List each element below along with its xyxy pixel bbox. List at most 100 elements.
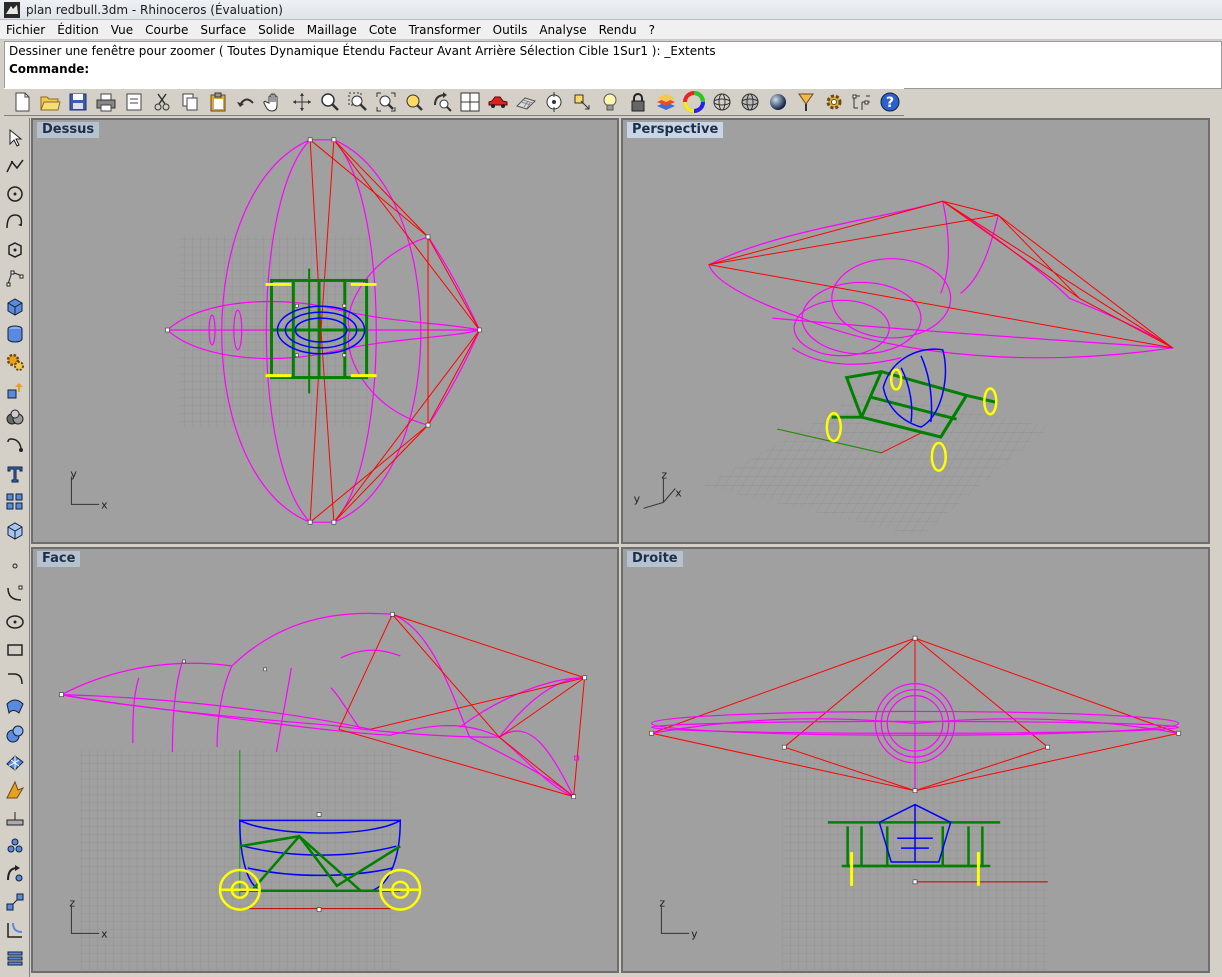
circle-button[interactable] (3, 182, 27, 206)
curve-point-button[interactable] (3, 582, 27, 606)
array-button[interactable] (3, 490, 27, 514)
car-render-button[interactable] (484, 89, 512, 115)
fillet-edge-button[interactable] (3, 918, 27, 942)
display-mode-button[interactable] (3, 518, 27, 542)
viewport-title-perspective[interactable]: Perspective (627, 122, 724, 138)
text-button[interactable] (3, 462, 27, 486)
rectangle-button[interactable] (3, 638, 27, 662)
four-viewports-button[interactable] (456, 89, 484, 115)
render-settings-button[interactable] (792, 89, 820, 115)
undo-button[interactable] (232, 89, 260, 115)
rhino-app-icon[interactable] (4, 1, 20, 18)
help-button[interactable]: ? (876, 89, 904, 115)
dimension-button[interactable] (848, 89, 876, 115)
text-icon (7, 466, 23, 483)
window-title: plan redbull.3dm - Rhinoceros (Évaluatio… (26, 2, 283, 17)
wireframe-button[interactable] (708, 89, 736, 115)
arc-button[interactable] (3, 666, 27, 690)
color-button[interactable] (680, 89, 708, 115)
menu-help[interactable]: ? (643, 20, 661, 40)
control-points-button[interactable] (3, 266, 27, 290)
select-button[interactable] (3, 126, 27, 150)
polygon-button[interactable] (3, 238, 27, 262)
viewport-title-droite[interactable]: Droite (627, 551, 683, 567)
analyze-button[interactable] (3, 778, 27, 802)
options-button[interactable] (820, 89, 848, 115)
menu-vue[interactable]: Vue (105, 20, 139, 40)
render-button[interactable] (764, 89, 792, 115)
print-button[interactable] (92, 89, 120, 115)
mesh-button[interactable] (3, 750, 27, 774)
menu-analyse[interactable]: Analyse (533, 20, 592, 40)
circle-center-button[interactable] (3, 610, 27, 634)
new-file-button[interactable] (8, 89, 36, 115)
menu-cote[interactable]: Cote (363, 20, 403, 40)
viewport-droite[interactable]: Droite z y (621, 547, 1210, 973)
menu-outils[interactable]: Outils (487, 20, 534, 40)
menu-surface[interactable]: Surface (194, 20, 252, 40)
solid-sphere-button[interactable] (3, 722, 27, 746)
open-button[interactable] (36, 89, 64, 115)
viewport-dessus[interactable]: Dessus y x (31, 118, 619, 544)
viewport-title-face[interactable]: Face (37, 551, 81, 567)
menu-rendu[interactable]: Rendu (593, 20, 643, 40)
snap-target-button[interactable] (540, 89, 568, 115)
dimension-left-button[interactable] (3, 806, 27, 830)
properties-button[interactable] (120, 89, 148, 115)
extrude-icon (7, 383, 23, 399)
mesh-icon (6, 755, 24, 771)
menu-maillage[interactable]: Maillage (301, 20, 363, 40)
layers-button[interactable] (652, 89, 680, 115)
fillet-edge-icon (7, 922, 23, 938)
curve-button[interactable] (3, 210, 27, 234)
zoom-dynamic-button[interactable] (316, 89, 344, 115)
transform-button[interactable] (3, 350, 27, 374)
viewport-title-dessus[interactable]: Dessus (37, 122, 100, 138)
zoom-window-button[interactable] (344, 89, 372, 115)
new-file-icon (15, 92, 30, 112)
paste-button[interactable] (204, 89, 232, 115)
front-view-canvas: z x (59, 612, 587, 971)
plane-grid-button[interactable] (512, 89, 540, 115)
cylinder-button[interactable] (3, 322, 27, 346)
menu-fichier[interactable]: Fichier (0, 20, 51, 40)
zoom-selected-button[interactable] (400, 89, 428, 115)
boolean-button[interactable] (3, 406, 27, 430)
fillet-button[interactable] (3, 434, 27, 458)
light-button[interactable] (596, 89, 624, 115)
dimension-icon (852, 94, 870, 110)
cut-icon (154, 93, 170, 111)
arc-icon (8, 673, 23, 685)
extrude-button[interactable] (3, 378, 27, 402)
polygon-icon (8, 242, 22, 258)
polyline-button[interactable] (3, 154, 27, 178)
copy-button[interactable] (176, 89, 204, 115)
viewport-perspective[interactable]: Perspective z y x (621, 118, 1210, 544)
cut-button[interactable] (148, 89, 176, 115)
point-button[interactable] (3, 554, 27, 578)
misc-left-button[interactable] (3, 890, 27, 914)
pan-button[interactable] (260, 89, 288, 115)
surface-patch-button[interactable] (3, 694, 27, 718)
shaded-button[interactable] (736, 89, 764, 115)
history-button[interactable] (3, 946, 27, 970)
display-mode-icon (7, 522, 23, 540)
box-solid-button[interactable] (3, 294, 27, 318)
render-left-button[interactable] (3, 862, 27, 886)
point-cloud-button[interactable] (568, 89, 596, 115)
rotate-3d-button[interactable] (428, 89, 456, 115)
save-button[interactable] (64, 89, 92, 115)
layers-left-button[interactable] (3, 834, 27, 858)
zoom-extents-button[interactable] (372, 89, 400, 115)
rotate-view-button[interactable] (288, 89, 316, 115)
viewport-face[interactable]: Face z x (31, 547, 619, 973)
render-left-icon (7, 865, 23, 882)
menu-edition[interactable]: Édition (51, 20, 105, 40)
solid-sphere-icon (6, 725, 24, 743)
menu-solide[interactable]: Solide (252, 20, 301, 40)
command-input[interactable] (81, 61, 1211, 77)
zoom-selected-icon (406, 94, 423, 111)
menu-transformer[interactable]: Transformer (403, 20, 487, 40)
lock-button[interactable] (624, 89, 652, 115)
menu-courbe[interactable]: Courbe (139, 20, 194, 40)
